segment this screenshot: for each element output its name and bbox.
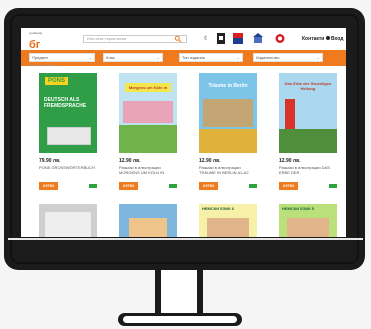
cover-image [119, 125, 177, 153]
cover-image [45, 212, 91, 237]
chevron-down-icon: ⌄ [236, 55, 240, 60]
search-input[interactable]: Или сега търси книги [83, 35, 187, 43]
cover-image [285, 99, 295, 129]
cover-image [47, 127, 91, 145]
availability-badge [169, 184, 177, 188]
cart-icon[interactable]: ¢ [204, 36, 207, 42]
product-price: 12.90 лв. [199, 158, 221, 164]
search-placeholder: Или сега търси книги [87, 36, 127, 41]
logo-tagline: учебници [29, 31, 43, 35]
product-title[interactable]: PONS GROSSWÖRTERBUCH [39, 165, 97, 170]
cover-title: НЕМСКИ ЕЗИК 6 [202, 206, 235, 211]
monitor-neck [155, 270, 203, 318]
bookmark-icon[interactable] [217, 33, 225, 44]
school-icon[interactable] [253, 33, 263, 44]
cover-image [203, 99, 253, 127]
filter-publisher-select[interactable]: Издателство ⌄ [253, 53, 323, 62]
sale-badge-icon[interactable] [233, 33, 243, 44]
book-cover[interactable]: Träume in Berlin [199, 73, 257, 153]
availability-badge [249, 184, 257, 188]
cover-title: Morgens um Köln in [125, 83, 171, 92]
book-cover[interactable] [39, 204, 97, 237]
availability-badge [329, 184, 337, 188]
cover-image [129, 218, 167, 237]
filter-grade-select[interactable]: Клас ⌄ [103, 53, 163, 62]
search-icon[interactable] [174, 35, 182, 43]
book-cover[interactable]: НЕМСКИ ЕЗИК 5 [279, 204, 337, 237]
product-title[interactable]: Разкази в илюстрации DAS ERBE DER [279, 165, 337, 175]
cover-title: Träume in Berlin [208, 83, 248, 89]
cover-title: DEUTSCH ALS FREMDSPRACHE [44, 97, 87, 109]
buy-button[interactable]: КУПИ [279, 182, 298, 190]
book-cover[interactable]: НЕМСКИ ЕЗИК 6 [199, 204, 257, 237]
monitor-base [118, 313, 242, 326]
cover-image [287, 218, 329, 237]
user-icon [326, 36, 330, 40]
cover-brand: PONS [45, 77, 69, 85]
cover-image [279, 129, 337, 153]
bezel-divider [8, 238, 363, 240]
chevron-down-icon: ⌄ [88, 55, 92, 60]
book-cover[interactable]: Das Erbe der Gruseligen Heilung [279, 73, 337, 153]
site-header: учебници бг Или сега търси книги ¢ Конта… [21, 28, 346, 51]
cover-image [199, 129, 257, 153]
login-link[interactable]: Вход [326, 36, 343, 42]
product-price: 12.90 лв. [279, 158, 301, 164]
buy-button[interactable]: КУПИ [39, 182, 58, 190]
cover-image [207, 218, 249, 237]
buy-button[interactable]: КУПИ [199, 182, 218, 190]
book-cover[interactable]: Morgens um Köln in [119, 73, 177, 153]
cover-image [123, 101, 173, 123]
book-cover[interactable] [119, 204, 177, 237]
cover-title: Das Erbe der Gruseligen Heilung [284, 81, 332, 91]
availability-badge [89, 184, 97, 188]
book-cover[interactable]: PONS DEUTSCH ALS FREMDSPRACHE [39, 73, 97, 153]
advanced-search-link[interactable]: Разширено търсене [28, 63, 56, 67]
promo-icon[interactable] [275, 33, 285, 44]
product-title[interactable]: Разкази в илюстрации MORGENS UM KÖLN IN [119, 165, 177, 175]
filter-bar: Предмет ⌄ Клас ⌄ Тип издание ⌄ Издателство ⌄ [21, 50, 346, 66]
filter-subject-select[interactable]: Предмет ⌄ [29, 53, 95, 62]
buy-button[interactable]: КУПИ [119, 182, 138, 190]
chevron-down-icon: ⌄ [156, 55, 160, 60]
website-screen: учебници бг Или сега търси книги ¢ Конта… [21, 28, 346, 237]
product-price: 12.90 лв. [119, 158, 141, 164]
contacts-link[interactable]: Контакти [302, 36, 324, 42]
product-price: 79.90 лв. [39, 158, 61, 164]
filter-type-select[interactable]: Тип издание ⌄ [179, 53, 243, 62]
product-title[interactable]: Разкази в илюстрации TRÄUME IN BERLIN A1… [199, 165, 257, 175]
chevron-down-icon: ⌄ [316, 55, 320, 60]
cover-title: НЕМСКИ ЕЗИК 5 [282, 206, 315, 211]
